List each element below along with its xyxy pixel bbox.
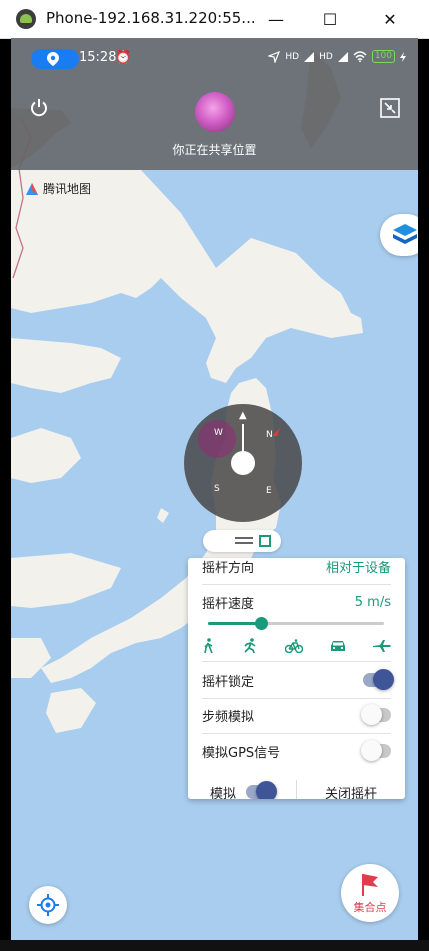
joystick-stem [242,424,244,454]
menu-lines-icon [235,537,253,539]
signal-hd-label: HD [285,51,300,62]
alarm-icon: ⏰ [115,50,132,65]
close-joystick-button[interactable]: 关闭摇杆 [297,783,405,800]
location-pin-icon [47,52,59,66]
square-icon [259,535,271,547]
simulate-label: 模拟 [209,786,236,800]
simulate-group[interactable]: 模拟 [188,781,296,800]
lock-toggle-knob [373,669,394,690]
gps-toggle[interactable] [361,740,391,761]
direction-label: 摇杆方向 [202,560,255,576]
android-icon [16,9,36,29]
compass-label-w: W [214,428,223,438]
location-pill[interactable] [31,49,79,69]
joystick-avatar [198,420,236,458]
share-status-text: 你正在共享位置 [172,143,257,157]
close-joystick-label: 关闭摇杆 [324,786,377,800]
compass-label-s: S [214,484,220,494]
flag-icon [362,874,378,896]
maximize-button[interactable]: ☐ [316,6,344,32]
lock-label: 摇杆锁定 [202,674,255,690]
step-row[interactable]: 步频模拟 [202,697,391,734]
north-marker-icon [272,428,280,436]
phone-screen: 15:28 ⏰ HD HD 100 你正在共享位置 腾讯地图 ▲ N W S E… [11,38,418,940]
speed-value: 5 m/s [354,594,391,610]
lock-row[interactable]: 摇杆锁定 [202,661,394,699]
joystick-pad[interactable]: ▲ N W S E [184,404,302,522]
status-icons: HD HD 100 [268,50,406,63]
map-logo: 腾讯地图 [25,180,91,197]
exit-fullscreen-button[interactable] [380,98,400,118]
gps-toggle-knob [361,740,382,761]
window-title: Phone-192.168.31.220:55... [46,9,256,27]
simulate-toggle-knob [256,781,277,799]
bottom-bar [0,940,429,951]
step-label: 步频模拟 [202,709,255,725]
gather-point-button[interactable]: 集合点 [341,864,399,922]
tencent-map-icon [26,182,38,195]
panel-drag-handle[interactable] [203,530,281,552]
panel-bottom-row: 模拟 关闭摇杆 [188,775,405,799]
avatar[interactable] [195,92,235,132]
wifi-icon [353,51,367,62]
direction-row[interactable]: 摇杆方向 相对于设备 [202,558,391,585]
run-icon[interactable] [242,638,258,654]
map-layers-button[interactable] [380,214,418,256]
speed-label: 摇杆速度 [202,596,255,612]
joystick-knob[interactable] [231,451,255,475]
battery-level: 100 [371,50,395,63]
north-arrow-icon: ▲ [239,410,247,421]
car-icon[interactable] [329,639,347,653]
gps-label: 模拟GPS信号 [202,745,281,761]
gather-point-label: 集合点 [353,901,387,914]
direction-value[interactable]: 相对于设备 [326,558,391,576]
close-button[interactable]: ✕ [376,6,404,32]
signal-icon [304,51,315,62]
minimize-button[interactable]: — [262,6,290,32]
walk-icon[interactable] [202,638,216,654]
navigation-arrow-icon [268,50,281,63]
step-toggle-knob [361,704,382,725]
step-toggle[interactable] [361,704,391,725]
speed-slider-thumb[interactable] [254,617,268,630]
status-time: 15:28 [79,50,117,65]
signal-hd-label-2: HD [319,51,333,62]
compass-label-e: E [266,486,272,496]
top-bar: 15:28 ⏰ HD HD 100 你正在共享位置 [11,38,418,170]
simulate-toggle[interactable] [246,781,277,799]
crosshair-icon [37,894,59,916]
window-titlebar: Phone-192.168.31.220:55... — ☐ ✕ [0,0,429,39]
signal-icon-2 [337,51,348,62]
lock-toggle[interactable] [363,669,394,690]
my-location-button[interactable] [29,886,67,924]
joystick-settings-panel: 摇杆方向 相对于设备 摇杆速度 5 m/s 摇杆锁定 步频模拟 模拟GPS信号 [188,558,405,799]
speed-mode-icons [202,635,391,657]
speed-slider[interactable] [208,617,384,630]
power-button[interactable] [29,98,49,118]
charging-icon [400,51,406,62]
map-logo-text: 腾讯地图 [43,182,92,196]
speed-row: 摇杆速度 5 m/s [202,584,391,620]
plane-icon[interactable] [373,640,391,652]
gps-row[interactable]: 模拟GPS信号 [202,733,391,769]
bike-icon[interactable] [284,639,303,653]
speed-slider-fill [208,622,261,625]
layers-icon [393,224,417,244]
